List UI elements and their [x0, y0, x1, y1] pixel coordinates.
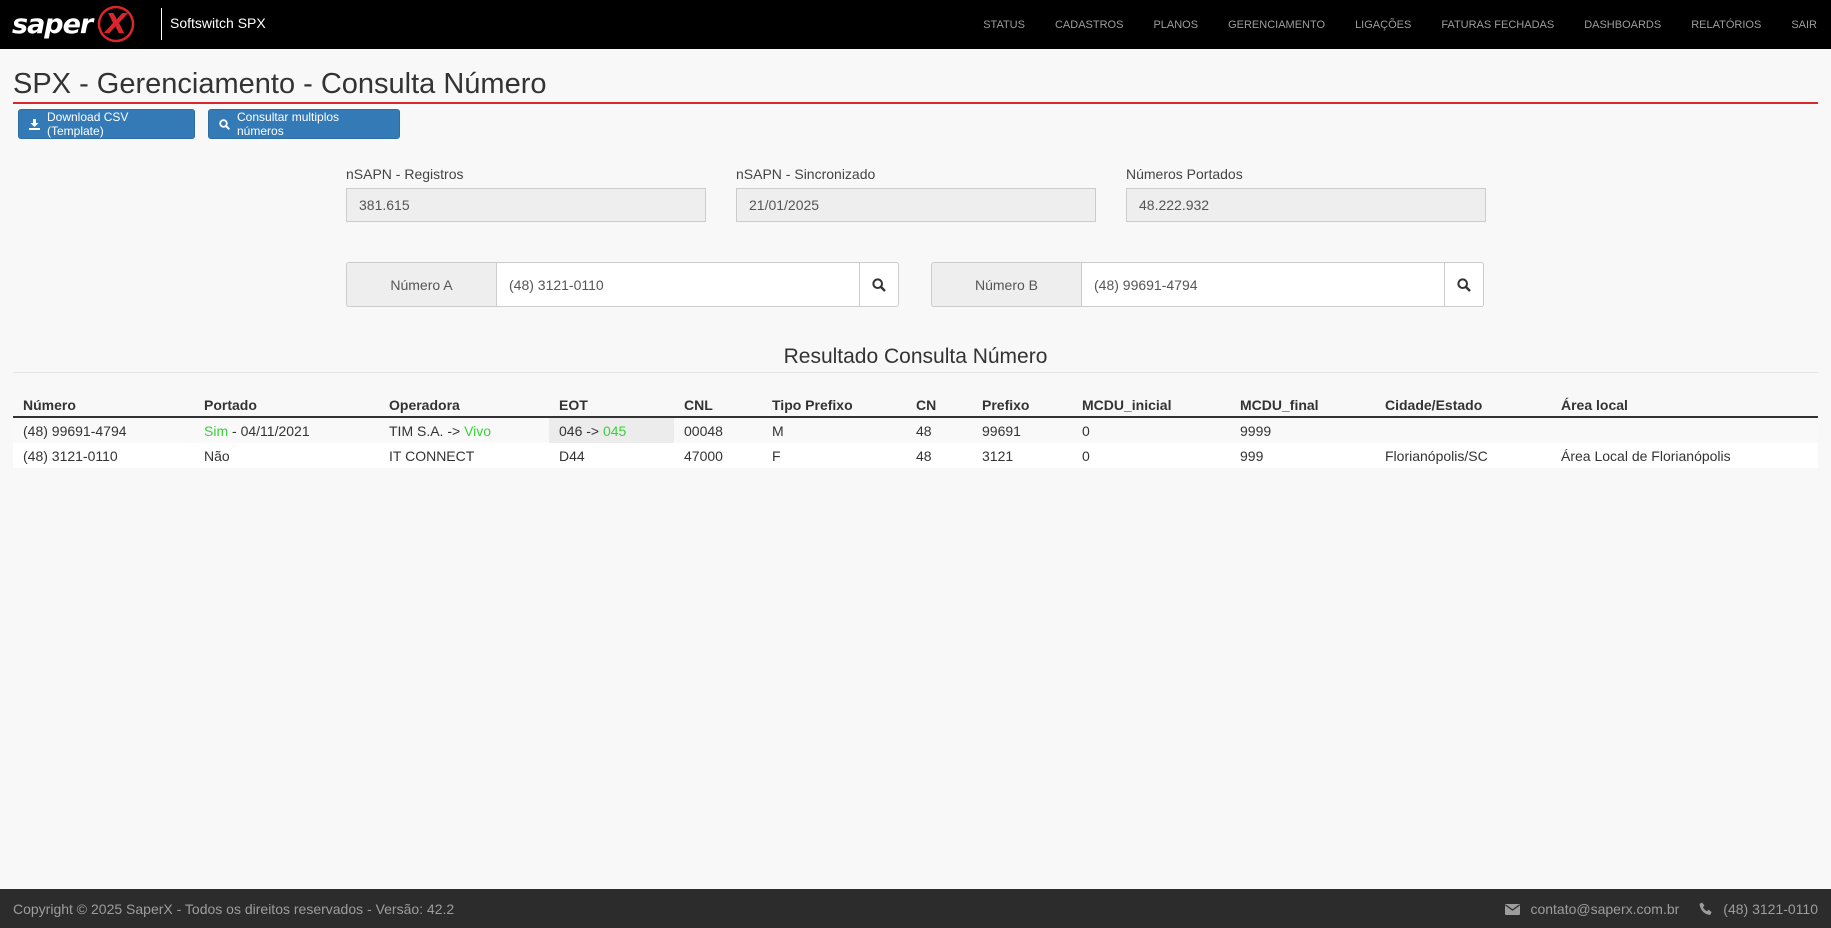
numeros-portados-label: Números Portados: [1126, 166, 1243, 182]
nav-menu: STATUS CADASTROS PLANOS GERENCIAMENTO LI…: [953, 0, 1817, 49]
cell-operadora: TIM S.A. -> Vivo: [379, 417, 549, 443]
logo-divider: [161, 8, 162, 40]
cell-operadora: IT CONNECT: [379, 443, 549, 468]
nsapn-sincronizado-label: nSAPN - Sincronizado: [736, 166, 876, 182]
nav-item-cadastros[interactable]: CADASTROS: [1055, 19, 1123, 31]
column-header[interactable]: EOT: [549, 393, 674, 418]
cell-numero: (48) 99691-4794: [13, 417, 194, 443]
column-header[interactable]: Operadora: [379, 393, 549, 418]
table-row: (48) 3121-0110 Não IT CONNECT D44 47000 …: [13, 443, 1818, 468]
numero-a-search-group: Número A: [346, 262, 899, 307]
nsapn-registros-label: nSAPN - Registros: [346, 166, 464, 182]
navbar: saper X Softswitch SPX STATUS CADASTROS …: [0, 0, 1831, 49]
page-title: SPX - Gerenciamento - Consulta Número: [13, 68, 547, 100]
operadora-from: TIM S.A. ->: [389, 422, 465, 439]
results-divider: [13, 372, 1818, 373]
cell-cidade-estado: [1375, 417, 1551, 443]
column-header[interactable]: Tipo Prefixo: [762, 393, 906, 418]
search-icon: [219, 118, 230, 130]
cell-area-local: Área Local de Florianópolis: [1551, 443, 1818, 468]
column-header[interactable]: CNL: [674, 393, 762, 418]
cell-prefixo: 99691: [972, 417, 1072, 443]
nsapn-sincronizado-field: 21/01/2025: [736, 188, 1096, 222]
nav-item-relatorios[interactable]: RELATÓRIOS: [1691, 19, 1761, 31]
nav-item-status[interactable]: STATUS: [983, 19, 1025, 31]
numero-a-label: Número A: [346, 262, 496, 307]
numero-b-search-group: Número B: [931, 262, 1484, 307]
column-header[interactable]: CN: [906, 393, 972, 418]
phone-icon: [1699, 902, 1713, 916]
copyright-text: Copyright © 2025 SaperX - Todos os direi…: [13, 901, 455, 917]
operadora-to: Vivo: [464, 422, 492, 439]
cell-cnl: 47000: [674, 443, 762, 468]
download-csv-button[interactable]: Download CSV (Template): [18, 109, 195, 139]
cell-eot: 046 -> 045: [549, 417, 674, 443]
contact-email[interactable]: contato@saperx.com.br: [1530, 901, 1679, 917]
cell-cidade-estado: Florianópolis/SC: [1375, 443, 1551, 468]
column-header[interactable]: Cidade/Estado: [1375, 393, 1551, 418]
cell-area-local: [1551, 417, 1818, 443]
cell-cn: 48: [906, 443, 972, 468]
numeros-portados-field: 48.222.932: [1126, 188, 1486, 222]
cell-portado: Sim - 04/11/2021: [194, 417, 379, 443]
brand-name[interactable]: Softswitch SPX: [170, 15, 266, 31]
results-table: Número Portado Operadora EOT CNL Tipo Pr…: [13, 393, 1818, 468]
nav-item-faturas-fechadas[interactable]: FATURAS FECHADAS: [1441, 19, 1554, 31]
cell-portado: Não: [194, 443, 379, 468]
nav-item-sair[interactable]: SAIR: [1791, 19, 1817, 31]
column-header[interactable]: MCDU_inicial: [1072, 393, 1230, 418]
column-header[interactable]: Prefixo: [972, 393, 1072, 418]
cell-mcdu-final: 999: [1230, 443, 1375, 468]
cell-cn: 48: [906, 417, 972, 443]
numero-b-label: Número B: [931, 262, 1081, 307]
cell-tipo-prefixo: F: [762, 443, 906, 468]
footer-contact: contato@saperx.com.br (48) 3121-0110: [1505, 901, 1818, 917]
nav-item-dashboards[interactable]: DASHBOARDS: [1584, 19, 1661, 31]
title-divider: [13, 102, 1818, 104]
eot-from: 046 ->: [559, 422, 603, 439]
nav-item-gerenciamento[interactable]: GERENCIAMENTO: [1228, 19, 1325, 31]
cell-mcdu-final: 9999: [1230, 417, 1375, 443]
numero-b-search-button[interactable]: [1445, 262, 1484, 307]
cell-prefixo: 3121: [972, 443, 1072, 468]
logo-text: saper: [12, 8, 93, 40]
logo-mark-letter: X: [103, 7, 128, 40]
nsapn-registros-field: 381.615: [346, 188, 706, 222]
cell-mcdu-inicial: 0: [1072, 443, 1230, 468]
logo-x-mark: X: [94, 4, 135, 44]
consultar-multiplos-button[interactable]: Consultar multiplos números: [208, 109, 400, 139]
portado-separator: -: [228, 422, 241, 439]
search-icon: [1457, 277, 1471, 292]
nav-item-ligacoes[interactable]: LIGAÇÕES: [1355, 19, 1411, 31]
consultar-multiplos-label: Consultar multiplos números: [237, 110, 340, 138]
results-title: Resultado Consulta Número: [783, 345, 1048, 368]
nav-item-planos[interactable]: PLANOS: [1153, 19, 1198, 31]
column-header[interactable]: Portado: [194, 393, 379, 418]
portado-date: 04/11/2021: [240, 422, 310, 439]
table-row: (48) 99691-4794 Sim - 04/11/2021 TIM S.A…: [13, 417, 1818, 443]
saperx-logo[interactable]: saper X: [12, 4, 144, 44]
envelope-icon: [1505, 903, 1521, 915]
column-header[interactable]: Número: [13, 393, 194, 418]
cell-mcdu-inicial: 0: [1072, 417, 1230, 443]
contact-phone[interactable]: (48) 3121-0110: [1723, 901, 1818, 917]
eot-to: 045: [602, 422, 627, 439]
portado-flag: Sim: [204, 422, 229, 439]
numero-a-search-button[interactable]: [860, 262, 899, 307]
download-icon: [29, 118, 40, 130]
cell-cnl: 00048: [674, 417, 762, 443]
cell-eot: D44: [549, 443, 674, 468]
column-header[interactable]: MCDU_final: [1230, 393, 1375, 418]
table-header-row: Número Portado Operadora EOT CNL Tipo Pr…: [13, 393, 1818, 418]
numero-b-input[interactable]: [1081, 262, 1445, 307]
numero-a-input[interactable]: [496, 262, 860, 307]
download-csv-label: Download CSV (Template): [47, 110, 129, 138]
column-header[interactable]: Área local: [1551, 393, 1818, 418]
footer: Copyright © 2025 SaperX - Todos os direi…: [0, 889, 1831, 928]
cell-numero: (48) 3121-0110: [13, 443, 194, 468]
search-icon: [872, 277, 886, 292]
cell-tipo-prefixo: M: [762, 417, 906, 443]
